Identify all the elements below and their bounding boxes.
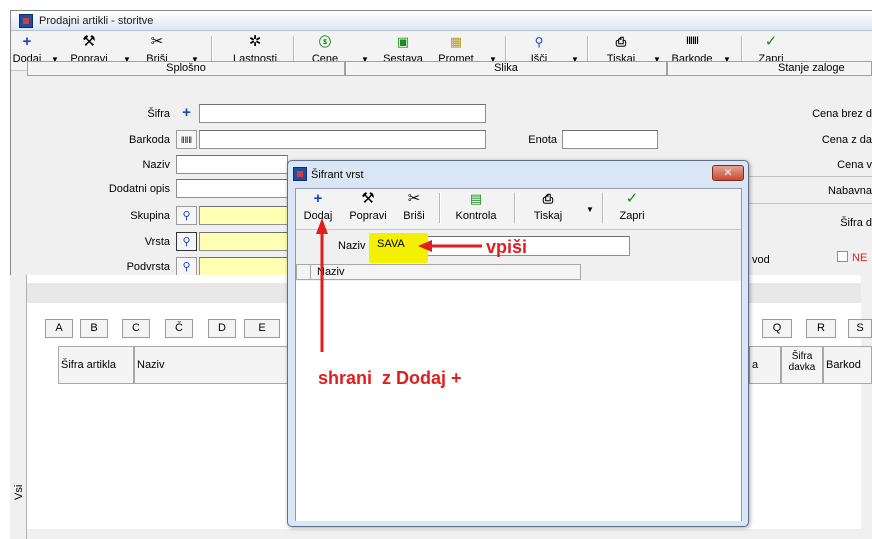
shrani-arrow-head <box>316 218 328 234</box>
annotation-vpisi: vpiši <box>486 237 528 257</box>
vpisi-arrow-head <box>418 240 432 252</box>
annotation-shrani: shrani z Dodaj + <box>318 368 462 388</box>
annotation-arrows <box>316 218 482 352</box>
